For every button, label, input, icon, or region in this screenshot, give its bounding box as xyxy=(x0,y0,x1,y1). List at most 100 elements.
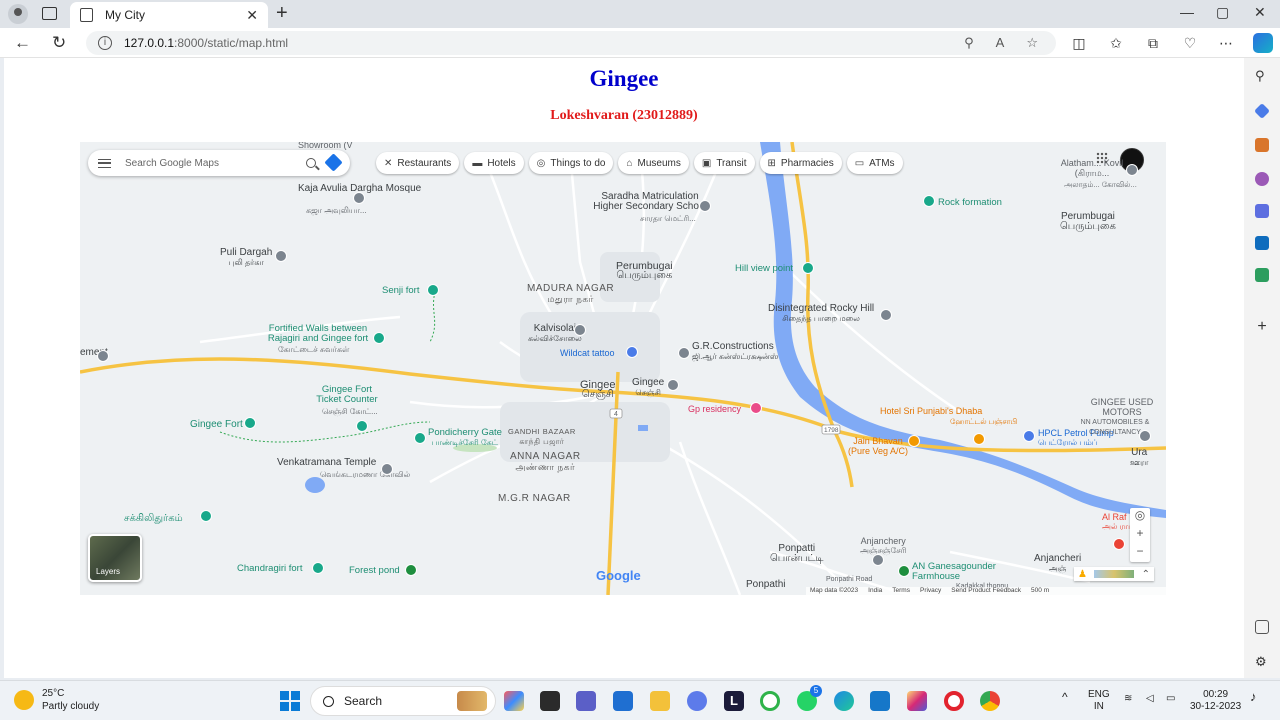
chandragiri-pin-icon[interactable] xyxy=(312,562,324,574)
tattoo-pin-icon[interactable] xyxy=(626,346,638,358)
motors-pin-icon[interactable] xyxy=(1139,430,1151,442)
my-location-icon[interactable]: ◎ xyxy=(1130,508,1150,526)
taskbar-search[interactable]: Search xyxy=(310,686,496,716)
close-window-icon[interactable]: ✕ xyxy=(1254,4,1266,21)
teams-icon[interactable] xyxy=(576,691,596,711)
new-tab-icon[interactable]: + xyxy=(276,2,288,25)
construction-pin-icon[interactable] xyxy=(678,347,690,359)
games-icon[interactable] xyxy=(1255,172,1269,186)
embedded-map[interactable]: 4 1798 Search Google Maps ✕ Restaurants ▬… xyxy=(80,142,1166,595)
residency-pin-icon[interactable] xyxy=(750,402,762,414)
chip-transit[interactable]: ▣ Transit xyxy=(693,152,755,174)
wifi-icon[interactable]: ≋ xyxy=(1124,693,1132,705)
farmhouse-pin-icon[interactable] xyxy=(898,565,910,577)
rocky-pin-icon[interactable] xyxy=(880,309,892,321)
instagram-icon[interactable] xyxy=(907,691,927,711)
task-view-icon[interactable] xyxy=(540,691,560,711)
browser-tab[interactable]: My City ✕ xyxy=(70,2,268,28)
zoom-in-button[interactable]: + xyxy=(1130,526,1150,544)
profile-icon[interactable] xyxy=(8,4,28,24)
microsoft-365-icon[interactable] xyxy=(1255,204,1269,218)
minimize-icon[interactable]: — xyxy=(1180,4,1194,20)
gingee-pin-icon[interactable] xyxy=(667,379,679,391)
mosque-pin-icon[interactable] xyxy=(353,192,365,204)
chip-restaurants[interactable]: ✕ Restaurants xyxy=(376,152,460,174)
sakkili-pin-icon[interactable] xyxy=(200,510,212,522)
drop-icon[interactable] xyxy=(1255,268,1269,282)
place-pin-icon[interactable] xyxy=(97,350,109,362)
notification-bell-icon[interactable]: ♪ xyxy=(1250,690,1257,703)
whatsapp-icon[interactable]: 5 xyxy=(797,685,822,711)
collections-icon[interactable]: ⧉ xyxy=(1145,35,1161,51)
launcher-icon[interactable]: L xyxy=(724,691,744,711)
copilot-icon[interactable] xyxy=(1253,33,1273,53)
language-indicator[interactable]: ENG IN xyxy=(1088,689,1110,713)
maximize-icon[interactable]: ▢ xyxy=(1216,4,1229,21)
terms-link[interactable]: Terms xyxy=(892,587,910,595)
edge-browser-icon[interactable] xyxy=(834,691,854,711)
close-tab-icon[interactable]: ✕ xyxy=(246,7,258,24)
start-button-icon[interactable] xyxy=(280,691,300,711)
directions-icon[interactable] xyxy=(324,153,343,172)
wall-pin-icon[interactable] xyxy=(373,332,385,344)
read-aloud-icon[interactable]: A xyxy=(996,35,1005,51)
copilot-app-icon[interactable] xyxy=(504,691,524,711)
refresh-app-icon[interactable] xyxy=(760,691,780,711)
school-pin-icon[interactable] xyxy=(699,200,711,212)
file-explorer-icon[interactable] xyxy=(650,691,670,711)
zoom-icon[interactable]: ⚲ xyxy=(964,35,974,51)
store-icon[interactable] xyxy=(613,691,633,711)
weather-widget[interactable]: 25°C Partly cloudy xyxy=(14,687,99,713)
scale-label[interactable]: 500 m xyxy=(1031,587,1049,595)
pegman-icon[interactable]: ♟ xyxy=(1078,569,1087,580)
opera-icon[interactable] xyxy=(944,691,964,711)
attribution-region[interactable]: India xyxy=(868,587,882,595)
battery-icon[interactable]: ▭ xyxy=(1166,693,1175,705)
map-search-icon[interactable] xyxy=(306,158,316,168)
site-info-icon[interactable]: i xyxy=(98,36,112,50)
tab-actions-icon[interactable] xyxy=(42,7,57,20)
expand-icon[interactable]: ⌃ xyxy=(1142,569,1150,580)
reload-icon[interactable]: ↻ xyxy=(52,33,66,53)
chip-hotels[interactable]: ▬ Hotels xyxy=(464,152,524,174)
dhaba-pin-icon[interactable] xyxy=(973,433,985,445)
ticket-pin-icon[interactable] xyxy=(356,420,368,432)
kalvisolai-pin-icon[interactable] xyxy=(574,324,586,336)
gingee-fort-pin-icon[interactable] xyxy=(244,417,256,429)
fort-pin-icon[interactable] xyxy=(427,284,439,296)
dargah-pin-icon[interactable] xyxy=(275,250,287,262)
anjanchery-pin-icon[interactable] xyxy=(872,554,884,566)
add-sidebar-icon[interactable]: + xyxy=(1255,319,1269,335)
chip-museums[interactable]: ⌂ Museums xyxy=(618,152,689,174)
shopping-icon[interactable] xyxy=(1254,103,1270,119)
favorite-star-icon[interactable]: ☆ xyxy=(1026,35,1038,51)
chrome-icon[interactable] xyxy=(980,691,1000,711)
url-field[interactable]: i 127.0.0.1 :8000/static/map.html ⚲ A ☆ xyxy=(86,31,1056,55)
split-screen-icon[interactable]: ◫ xyxy=(1071,35,1087,51)
favorites-icon[interactable]: ✩ xyxy=(1108,35,1124,51)
privacy-link[interactable]: Privacy xyxy=(920,587,941,595)
restaurant-pin-icon[interactable] xyxy=(908,435,920,447)
map-menu-icon[interactable] xyxy=(98,158,111,168)
browser-essentials-icon[interactable]: ♡ xyxy=(1182,35,1198,51)
gate-pin-icon[interactable] xyxy=(414,432,426,444)
feedback-link[interactable]: Send Product Feedback xyxy=(951,587,1021,595)
map-search-box[interactable]: Search Google Maps xyxy=(88,150,350,176)
clock[interactable]: 00:29 30-12-2023 xyxy=(1190,689,1241,713)
chip-pharmacies[interactable]: ⊞ Pharmacies xyxy=(759,152,842,174)
outlook-icon[interactable] xyxy=(1255,236,1269,250)
viewpoint-pin-icon[interactable] xyxy=(802,262,814,274)
layers-button[interactable]: Layers xyxy=(88,534,142,582)
volume-icon[interactable]: ◁ xyxy=(1146,693,1154,705)
vscode-icon[interactable] xyxy=(870,691,890,711)
back-icon[interactable]: ← xyxy=(14,33,31,53)
hide-sidebar-icon[interactable] xyxy=(1255,620,1269,634)
zoom-out-button[interactable]: − xyxy=(1130,544,1150,562)
alraf-pin-icon[interactable] xyxy=(1113,538,1125,550)
search-icon[interactable]: ⚲ xyxy=(1255,68,1269,83)
rock-pin-icon[interactable] xyxy=(923,195,935,207)
more-menu-icon[interactable]: ⋯ xyxy=(1218,35,1234,51)
imagery-strip[interactable] xyxy=(1094,570,1135,578)
settings-gear-icon[interactable]: ⚙ xyxy=(1255,654,1269,669)
pen-app-icon[interactable] xyxy=(687,691,707,711)
